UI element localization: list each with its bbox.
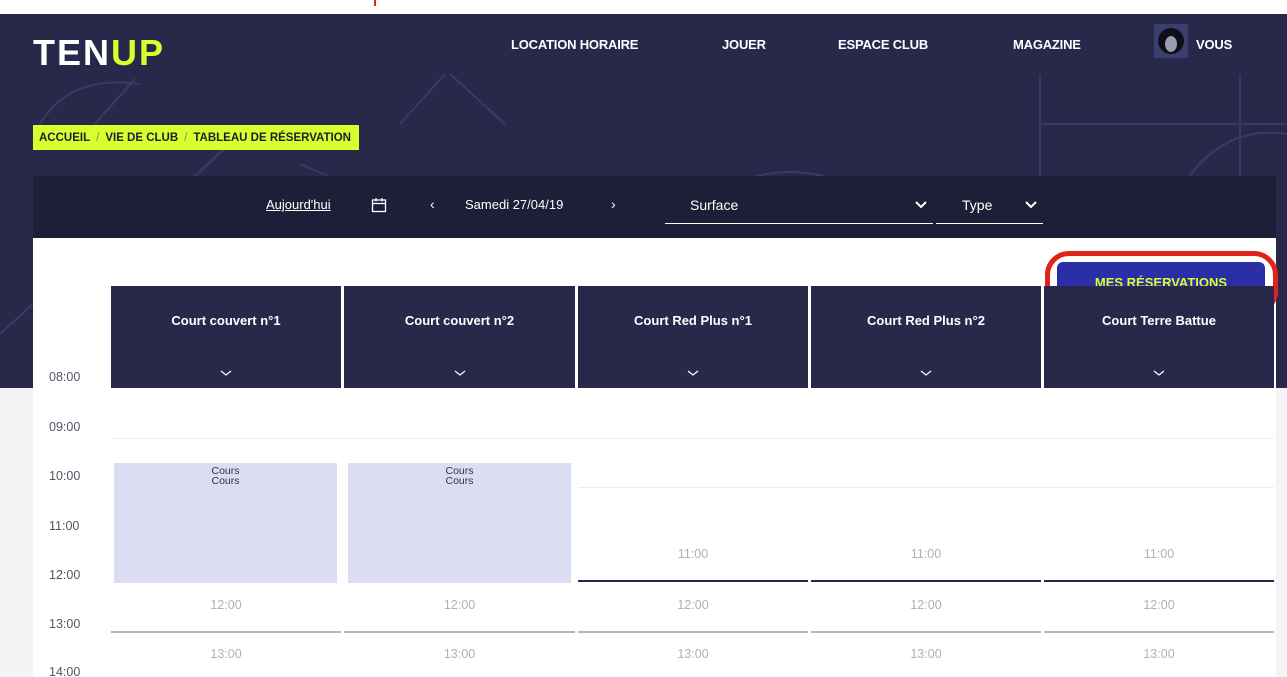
time-label: 11:00 <box>49 519 80 533</box>
surface-select-label: Surface <box>690 197 739 213</box>
time-label: 12:00 <box>49 568 81 582</box>
slot-time: 12:00 <box>1143 598 1175 612</box>
free-slot[interactable]: 12:00 <box>811 589 1041 633</box>
slot-time: 12:00 <box>677 598 709 612</box>
chevron-down-icon <box>915 201 927 209</box>
type-select-label: Type <box>962 197 993 213</box>
breadcrumb: ACCUEIL / VIE DE CLUB / TABLEAU DE RÉSER… <box>33 125 359 150</box>
reservation-subtitle: Cours <box>445 475 474 487</box>
slot-underline <box>344 631 575 633</box>
type-select[interactable]: Type <box>936 190 1043 224</box>
free-slot[interactable]: 11:00 <box>578 538 808 582</box>
slot-time: 12:00 <box>910 598 942 612</box>
slot-underline <box>811 580 1041 582</box>
chevron-down-icon <box>920 370 932 376</box>
annotation-mark <box>374 0 376 6</box>
reservation-block[interactable]: Cours Cours <box>348 463 571 583</box>
free-slot[interactable]: 12:00 <box>578 589 808 633</box>
time-label: 14:00 <box>49 665 81 677</box>
breadcrumb-vie-de-club[interactable]: VIE DE CLUB <box>105 132 178 144</box>
slot-time: 13:00 <box>1143 647 1175 661</box>
breadcrumb-separator: / <box>184 131 188 144</box>
nav-espace-club[interactable]: ESPACE CLUB <box>838 37 928 52</box>
free-slot[interactable]: 13:00 <box>811 638 1041 677</box>
time-label: 09:00 <box>49 420 81 434</box>
time-label: 08:00 <box>49 370 81 384</box>
chevron-down-icon <box>454 370 465 376</box>
reservation-block[interactable]: Cours Cours <box>114 463 337 583</box>
free-slot[interactable]: 13:00 <box>1044 638 1274 677</box>
slot-time: 12:00 <box>210 598 242 612</box>
free-slot[interactable]: 11:00 <box>811 538 1041 582</box>
slot-underline <box>578 631 808 633</box>
slot-time: 13:00 <box>910 647 942 661</box>
time-label: 10:00 <box>49 469 81 483</box>
logo-text-accent: UP <box>111 32 166 73</box>
court-name: Court Red Plus n°2 <box>867 313 985 328</box>
slot-time: 13:00 <box>443 647 476 661</box>
slot-time: 12:00 <box>443 598 476 612</box>
chevron-down-icon <box>1025 201 1037 209</box>
slot-time: 13:00 <box>677 647 709 661</box>
avatar-circle <box>1158 28 1184 54</box>
tenup-logo[interactable]: TENUP <box>33 32 165 74</box>
free-slot[interactable]: 12:00 <box>344 589 575 633</box>
slot-time: 11:00 <box>910 547 942 561</box>
top-strip <box>0 0 1287 14</box>
court-header-couvert-2[interactable]: Court couvert n°2 <box>344 286 575 388</box>
previous-day-button[interactable]: ‹ <box>430 196 435 212</box>
slot-divider <box>111 438 1274 439</box>
court-header-couvert-1[interactable]: Court couvert n°1 <box>111 286 341 388</box>
avatar-head <box>1165 36 1177 52</box>
free-slot[interactable]: 11:00 <box>1044 538 1274 582</box>
reservation-subtitle: Cours <box>211 475 240 487</box>
logo-text: TEN <box>33 32 111 73</box>
slot-divider <box>578 487 1274 488</box>
court-header-red-plus-1[interactable]: Court Red Plus n°1 <box>578 286 808 388</box>
today-link[interactable]: Aujourd'hui <box>266 197 331 212</box>
slot-underline <box>111 631 341 633</box>
court-name: Court couvert n°1 <box>171 313 281 328</box>
slot-time: 11:00 <box>677 547 709 561</box>
free-slot[interactable]: 13:00 <box>578 638 808 677</box>
next-day-button[interactable]: › <box>611 196 616 212</box>
nav-vous[interactable]: VOUS <box>1196 37 1232 52</box>
free-slot[interactable]: 12:00 <box>1044 589 1274 633</box>
selected-date: Samedi 27/04/19 <box>465 197 564 212</box>
court-name: Court Red Plus n°1 <box>634 313 752 328</box>
slot-underline <box>1044 631 1274 633</box>
breadcrumb-separator: / <box>96 131 100 144</box>
chevron-down-icon <box>687 370 699 376</box>
time-label: 13:00 <box>49 617 81 631</box>
court-header-terre-battue[interactable]: Court Terre Battue <box>1044 286 1274 388</box>
slot-underline <box>1044 580 1274 582</box>
slot-time: 11:00 <box>1143 547 1175 561</box>
free-slot[interactable]: 13:00 <box>111 638 341 677</box>
nav-magazine[interactable]: MAGAZINE <box>1013 37 1081 52</box>
free-slot[interactable]: 13:00 <box>344 638 575 677</box>
court-header-red-plus-2[interactable]: Court Red Plus n°2 <box>811 286 1041 388</box>
user-avatar-icon[interactable] <box>1154 24 1188 58</box>
calendar-icon[interactable] <box>371 197 387 218</box>
free-slot[interactable]: 12:00 <box>111 589 341 633</box>
filter-bar: Aujourd'hui ‹ Samedi 27/04/19 › Surface … <box>33 176 1276 238</box>
slot-underline <box>578 580 808 582</box>
slot-time: 13:00 <box>210 647 242 661</box>
slot-underline <box>811 631 1041 633</box>
court-name: Court Terre Battue <box>1102 313 1216 328</box>
court-name: Court couvert n°2 <box>404 313 515 328</box>
chevron-down-icon <box>220 370 232 376</box>
nav-location-horaire[interactable]: LOCATION HORAIRE <box>511 37 638 52</box>
breadcrumb-home[interactable]: ACCUEIL <box>39 132 90 144</box>
surface-select[interactable]: Surface <box>665 190 933 224</box>
breadcrumb-current: TABLEAU DE RÉSERVATION <box>193 131 351 144</box>
nav-jouer[interactable]: JOUER <box>722 37 766 52</box>
chevron-down-icon <box>1153 370 1165 376</box>
